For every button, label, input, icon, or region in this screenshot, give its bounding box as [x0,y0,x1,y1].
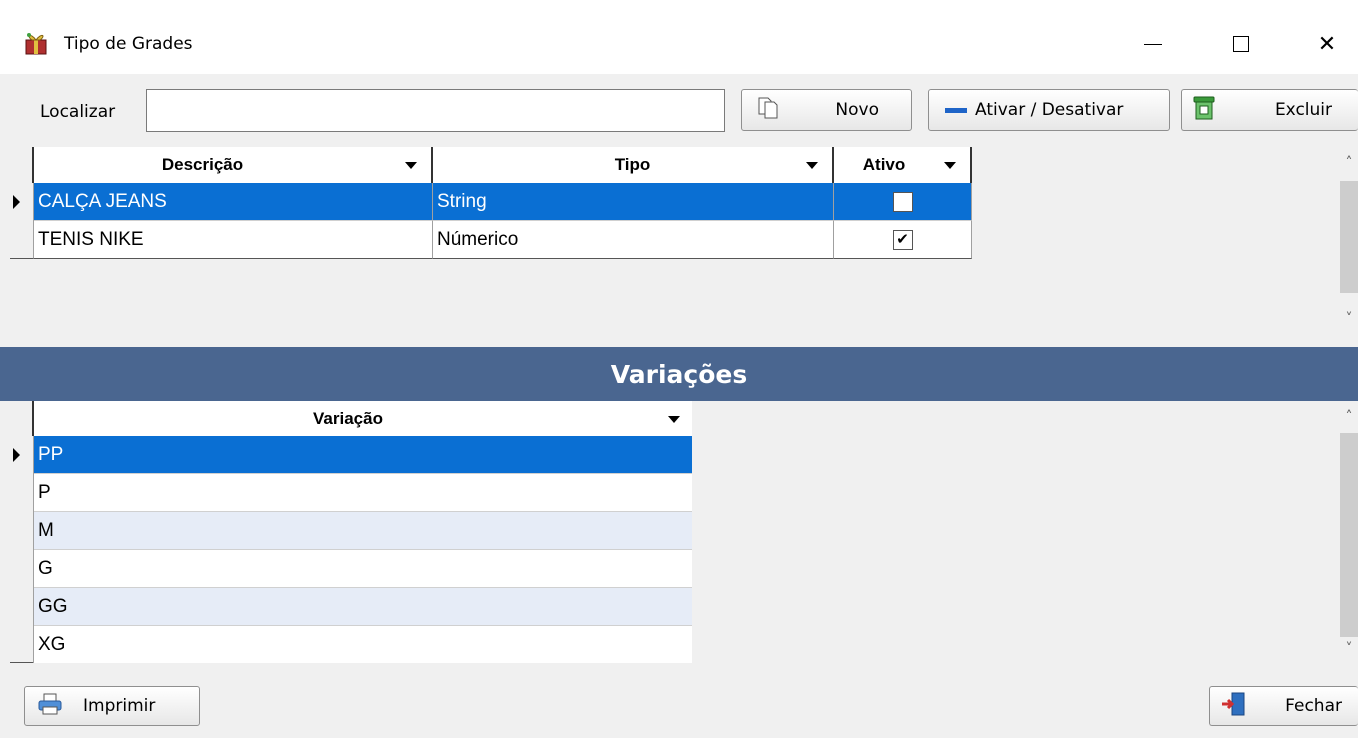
gift-box-icon [24,30,48,56]
row-indicator [10,626,34,663]
new-document-icon [756,96,780,125]
sort-arrow-icon [806,162,818,169]
column-header-ativo-label: Ativo [862,155,906,174]
cell-descricao[interactable]: CALÇA JEANS [34,183,433,221]
column-header-tipo-label: Tipo [614,155,651,174]
excluir-label: Excluir [1274,100,1332,120]
checkmark-icon: ✔ [896,231,909,248]
minimize-icon [1144,43,1162,45]
cell-ativo[interactable] [834,183,972,221]
scroll-up-icon[interactable]: ˄ [1340,409,1358,425]
imprimir-button[interactable]: Imprimir [24,686,200,726]
column-header-descricao-label: Descrição [161,155,244,174]
fechar-button[interactable]: Fechar [1209,686,1358,726]
exit-door-icon [1220,691,1246,722]
cell-variacao[interactable]: GG [34,588,692,626]
scroll-thumb[interactable] [1340,181,1358,293]
minus-icon [945,107,967,113]
variacoes-scrollbar[interactable]: ˄ ˅ [1340,401,1358,663]
row-indicator [10,436,34,474]
maximize-icon [1233,36,1249,52]
column-header-ativo[interactable]: Ativo [834,147,972,183]
novo-label: Novo [835,100,879,120]
sort-arrow-icon [405,162,417,169]
table-row[interactable]: G [10,550,692,588]
column-header-variacao[interactable]: Variação [34,401,692,436]
variacoes-grid: Variação PP P M G GG XG [10,401,1340,663]
cell-tipo[interactable]: String [433,183,834,221]
printer-icon [37,692,63,721]
fechar-label: Fechar [1285,696,1342,716]
minimize-button[interactable] [1126,18,1180,70]
sort-arrow-icon [668,416,680,423]
scroll-down-icon[interactable]: ˅ [1340,311,1358,327]
novo-button[interactable]: Novo [741,89,912,131]
scroll-down-icon[interactable]: ˅ [1340,641,1358,657]
scroll-thumb[interactable] [1340,433,1358,637]
window-title: Tipo de Grades [64,34,193,54]
row-indicator [10,550,34,588]
table-row[interactable]: P [10,474,692,512]
row-indicator [10,183,34,221]
cell-variacao[interactable]: XG [34,626,692,663]
table-row[interactable]: XG [10,626,692,663]
column-header-tipo[interactable]: Tipo [433,147,834,183]
ativar-desativar-button[interactable]: Ativar / Desativar [928,89,1170,131]
column-header-descricao[interactable]: Descrição [34,147,433,183]
row-indicator [10,221,34,259]
variacoes-rows: PP P M G GG XG [10,436,692,663]
excluir-button[interactable]: Excluir [1181,89,1358,131]
cell-tipo[interactable]: Númerico [433,221,834,259]
ativar-desativar-label: Ativar / Desativar [975,100,1124,120]
grades-header-indicator [10,147,34,183]
variacoes-section-header: Variações [0,347,1358,401]
cell-variacao[interactable]: G [34,550,692,588]
sort-arrow-icon [944,162,956,169]
variacoes-header-indicator [10,401,34,436]
table-row[interactable]: M [10,512,692,550]
current-row-arrow-icon [13,448,20,462]
column-header-variacao-label: Variação [313,408,383,428]
row-indicator [10,588,34,626]
maximize-button[interactable] [1214,18,1268,70]
ativo-checkbox[interactable] [892,191,913,212]
row-indicator [10,512,34,550]
imprimir-label: Imprimir [83,696,156,716]
scroll-up-icon[interactable]: ˄ [1340,155,1358,171]
search-input[interactable] [146,89,725,132]
grades-grid: Descrição Tipo Ativo CALÇA JEANS String … [10,147,1340,345]
ativo-checkbox-checked[interactable]: ✔ [892,229,913,250]
cell-descricao[interactable]: TENIS NIKE [34,221,433,259]
search-label: Localizar [40,102,116,122]
table-row[interactable]: PP [10,436,692,474]
table-row[interactable]: CALÇA JEANS String [10,183,972,221]
table-row[interactable]: TENIS NIKE Númerico ✔ [10,221,972,259]
row-indicator [10,474,34,512]
close-button[interactable]: ✕ [1300,18,1354,70]
current-row-arrow-icon [13,195,20,209]
cell-variacao[interactable]: P [34,474,692,512]
cell-variacao[interactable]: PP [34,436,692,474]
table-row[interactable]: GG [10,588,692,626]
grades-scrollbar[interactable]: ˄ ˅ [1340,147,1358,345]
close-icon: ✕ [1317,31,1337,57]
trash-icon [1192,95,1216,126]
cell-variacao[interactable]: M [34,512,692,550]
cell-ativo[interactable]: ✔ [834,221,972,259]
